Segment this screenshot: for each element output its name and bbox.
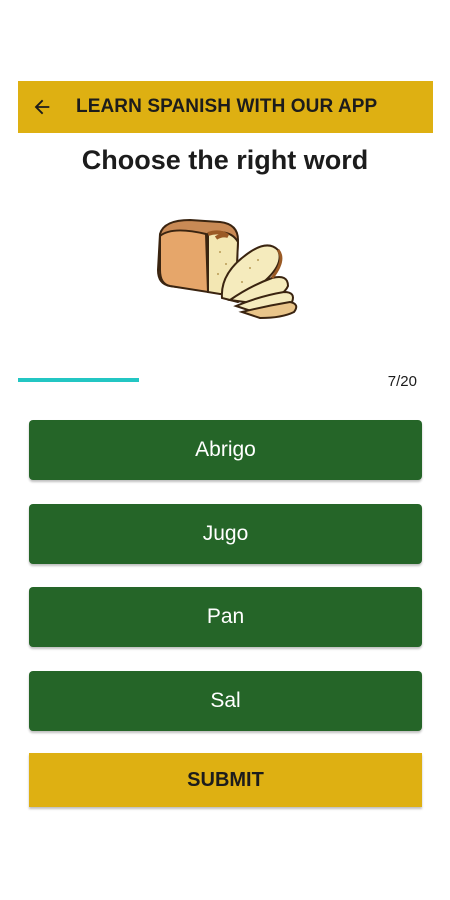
- arrow-left-icon: [34, 99, 50, 115]
- bread-loaf-icon: [156, 218, 298, 320]
- app-title: LEARN SPANISH WITH OUR APP: [76, 96, 378, 117]
- option-button-abrigo[interactable]: Abrigo: [29, 420, 422, 480]
- progress-bar-fill: [18, 378, 139, 382]
- progress-bar: [18, 378, 363, 382]
- option-button-pan[interactable]: Pan: [29, 587, 422, 647]
- app-bar: LEARN SPANISH WITH OUR APP: [18, 81, 433, 133]
- question-prompt: Choose the right word: [81, 145, 369, 175]
- option-button-sal[interactable]: Sal: [29, 671, 422, 731]
- submit-button[interactable]: SUBMIT: [29, 753, 422, 807]
- option-button-jugo[interactable]: Jugo: [29, 504, 422, 564]
- progress-counter: 7/20: [387, 373, 417, 390]
- back-button[interactable]: [26, 91, 58, 123]
